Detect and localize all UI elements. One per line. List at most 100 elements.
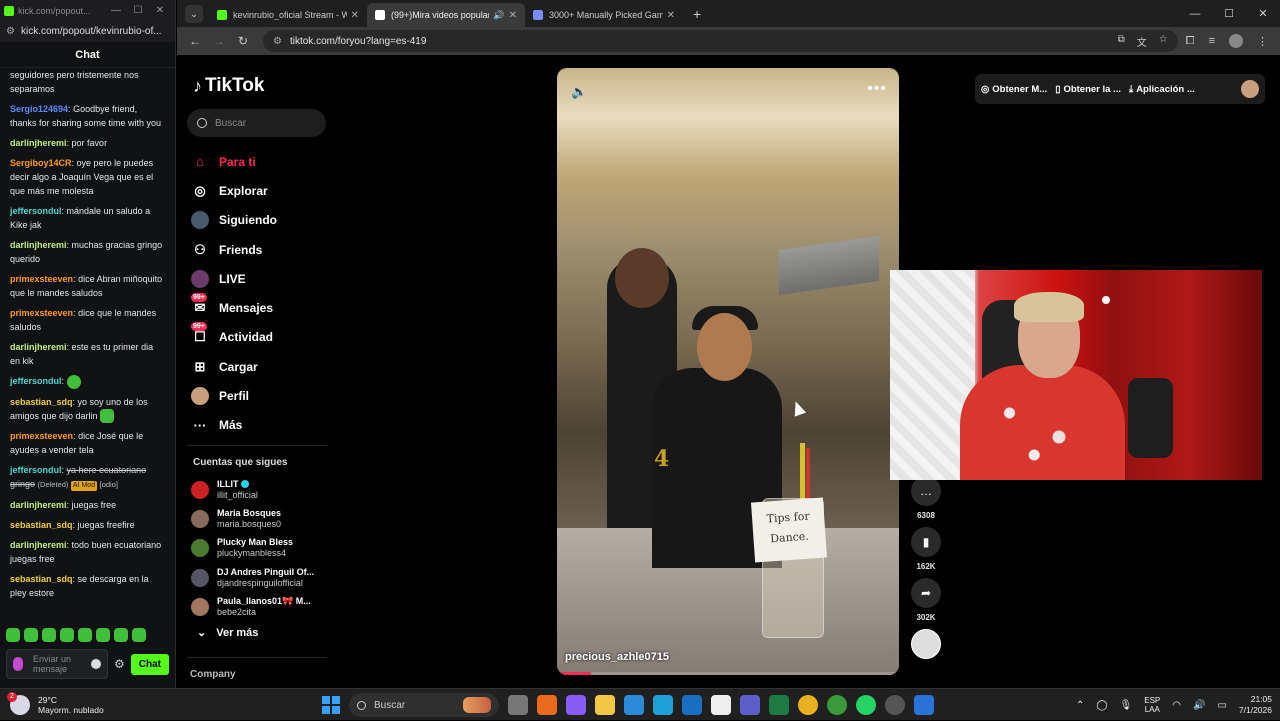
desktop-app-button[interactable]: ⤓ Aplicación ... bbox=[1129, 84, 1195, 95]
tab-tiktok[interactable]: (99+)Mira videos populares 🔊 ✕ bbox=[367, 3, 525, 27]
emote-icon[interactable] bbox=[78, 628, 92, 642]
close-icon[interactable]: ✕ bbox=[149, 5, 171, 16]
nav-item-para-ti[interactable]: ⌂ Para ti bbox=[191, 147, 341, 176]
back-arrow-icon[interactable]: ← bbox=[183, 34, 207, 48]
music-author-action[interactable] bbox=[910, 629, 942, 659]
following-account[interactable]: Paula_llanos01🎀 M... bebe2cita bbox=[191, 592, 331, 621]
excel-icon[interactable] bbox=[769, 695, 789, 715]
volume-tray-icon[interactable]: 🔊 bbox=[1193, 700, 1205, 711]
file-explorer-icon[interactable] bbox=[595, 695, 615, 715]
capcut-icon[interactable] bbox=[711, 695, 731, 715]
notepad-icon[interactable] bbox=[914, 695, 934, 715]
chat-username[interactable]: jeffersondul bbox=[10, 376, 62, 386]
chat-username[interactable]: primexsteeven bbox=[10, 431, 73, 441]
bookmark-icon[interactable]: ▮ bbox=[911, 527, 941, 557]
chat-url-bar[interactable]: ⚙ kick.com/popout/kevinrubio-of... bbox=[0, 21, 175, 42]
nav-item-cargar[interactable]: ⊞ Cargar bbox=[191, 352, 341, 381]
teams-icon[interactable] bbox=[740, 695, 760, 715]
close-tab-icon[interactable]: ✕ bbox=[667, 10, 675, 21]
nav-item-mas[interactable]: ··· Más bbox=[191, 411, 341, 440]
tray-app-icon[interactable]: ◯ bbox=[1096, 700, 1107, 711]
get-app-button[interactable]: ▯ Obtener la ... bbox=[1055, 84, 1121, 95]
tiktok-search-input[interactable]: Buscar bbox=[187, 109, 326, 137]
clock[interactable]: 21:05 7/1/2026 bbox=[1239, 694, 1272, 716]
emote-icon[interactable] bbox=[96, 628, 110, 642]
chat-username[interactable]: sebastian_sdq bbox=[10, 397, 73, 407]
emote-icon[interactable] bbox=[6, 628, 20, 642]
minimize-icon[interactable]: — bbox=[105, 5, 127, 16]
install-app-icon[interactable]: ⧉ bbox=[1118, 34, 1125, 49]
comment-action[interactable]: … 6308 bbox=[910, 476, 942, 520]
chat-username[interactable]: darlinjheremi bbox=[10, 240, 67, 250]
forward-arrow-icon[interactable]: → bbox=[207, 34, 231, 48]
copilot-icon[interactable] bbox=[566, 695, 586, 715]
close-tab-icon[interactable]: ✕ bbox=[509, 10, 517, 21]
bookmark-action[interactable]: ▮ 162K bbox=[910, 527, 942, 571]
outlook-icon[interactable] bbox=[682, 695, 702, 715]
following-account[interactable]: ILLIT illit_official bbox=[191, 475, 331, 504]
chat-username[interactable]: darlinjheremi bbox=[10, 138, 67, 148]
reload-icon[interactable]: ↻ bbox=[231, 34, 255, 48]
new-tab-plus-icon[interactable]: + bbox=[693, 6, 701, 22]
nav-item-friends[interactable]: ⚇ Friends bbox=[191, 235, 341, 264]
share-action[interactable]: ➦ 302K bbox=[910, 578, 942, 622]
microphone-icon[interactable] bbox=[13, 657, 23, 671]
maximize-icon[interactable]: ☐ bbox=[127, 5, 149, 16]
input-language[interactable]: ESP LAA bbox=[1144, 696, 1160, 714]
windows-start-icon[interactable] bbox=[322, 696, 340, 714]
chat-username[interactable]: Sergio124694 bbox=[10, 104, 68, 114]
battery-icon[interactable]: ▭ bbox=[1217, 700, 1226, 711]
emote-icon[interactable] bbox=[132, 628, 146, 642]
bookmark-star-icon[interactable]: ☆ bbox=[1159, 34, 1168, 49]
reading-list-icon[interactable]: ≡ bbox=[1209, 35, 1215, 47]
minimize-icon[interactable]: — bbox=[1178, 0, 1212, 27]
nav-item-live[interactable]: LIVE bbox=[191, 264, 341, 293]
translate-icon[interactable]: 文 bbox=[1137, 34, 1147, 49]
site-settings-icon[interactable]: ⚙ bbox=[6, 26, 15, 37]
site-info-icon[interactable]: ⚙ bbox=[273, 36, 282, 47]
tab-audio-icon[interactable]: 🔊 bbox=[493, 10, 504, 21]
emote-icon[interactable] bbox=[114, 628, 128, 642]
tray-overflow-chevron-up-icon[interactable]: ⌃ bbox=[1076, 700, 1084, 711]
close-tab-icon[interactable]: ✕ bbox=[351, 10, 359, 21]
company-link[interactable]: Company bbox=[190, 669, 236, 680]
chat-username[interactable]: primexsteeven bbox=[10, 308, 73, 318]
chat-username[interactable]: darlinjheremi bbox=[10, 500, 67, 510]
author-avatar[interactable] bbox=[911, 629, 941, 659]
task-view-icon[interactable] bbox=[508, 695, 528, 715]
chat-username[interactable]: darlinjheremi bbox=[10, 342, 67, 352]
chat-username[interactable]: darlinjheremi bbox=[10, 540, 67, 550]
chrome-icon[interactable] bbox=[798, 695, 818, 715]
chat-username[interactable]: sebastian_sdq bbox=[10, 520, 73, 530]
emote-icon[interactable] bbox=[24, 628, 38, 642]
following-account[interactable]: Plucky Man Bless pluckymanbless4 bbox=[191, 534, 331, 563]
following-account[interactable]: DJ Andres Pinguil Of... djandrespinguilof… bbox=[191, 563, 331, 592]
nav-item-explorar[interactable]: ◎ Explorar bbox=[191, 176, 341, 205]
tab-search-chevron-down-icon[interactable]: ⌄ bbox=[185, 5, 203, 23]
weather-widget[interactable]: 29°C Mayorm. nublado bbox=[7, 691, 210, 715]
tab-games[interactable]: 3000+ Manually Picked Games ✕ bbox=[525, 3, 683, 27]
chrome-profile-icon[interactable] bbox=[827, 695, 847, 715]
taskbar-search-box[interactable]: Buscar bbox=[349, 693, 499, 717]
close-icon[interactable]: ✕ bbox=[1246, 0, 1280, 27]
chat-username[interactable]: primexsteeven bbox=[10, 274, 73, 284]
video-author[interactable]: precious_azhle0715 bbox=[565, 651, 669, 663]
chat-username[interactable]: Sergiboy14CR bbox=[10, 158, 72, 168]
see-more-button[interactable]: ⌄ Ver más bbox=[197, 626, 258, 640]
menu-kebab-icon[interactable]: ⋮ bbox=[1257, 35, 1268, 48]
user-avatar[interactable] bbox=[1241, 80, 1259, 98]
tiktok-logo[interactable]: ♪ TikTok bbox=[193, 75, 264, 97]
whatsapp-icon[interactable] bbox=[856, 695, 876, 715]
share-icon[interactable]: ➦ bbox=[911, 578, 941, 608]
profile-avatar-icon[interactable] bbox=[1229, 34, 1243, 48]
edge-icon[interactable] bbox=[653, 695, 673, 715]
chat-username[interactable]: jeffersondul bbox=[10, 206, 62, 216]
nav-item-perfil[interactable]: Perfil bbox=[191, 381, 341, 410]
obs-icon[interactable] bbox=[885, 695, 905, 715]
more-options-icon[interactable]: ••• bbox=[867, 80, 887, 98]
following-account[interactable]: Maria Bosques maria.bosques0 bbox=[191, 504, 331, 533]
wifi-icon[interactable]: ◠ bbox=[1172, 700, 1181, 711]
store-icon[interactable] bbox=[624, 695, 644, 715]
chat-message-input[interactable]: Enviar un mensaje bbox=[6, 649, 108, 679]
emote-icon[interactable] bbox=[42, 628, 56, 642]
